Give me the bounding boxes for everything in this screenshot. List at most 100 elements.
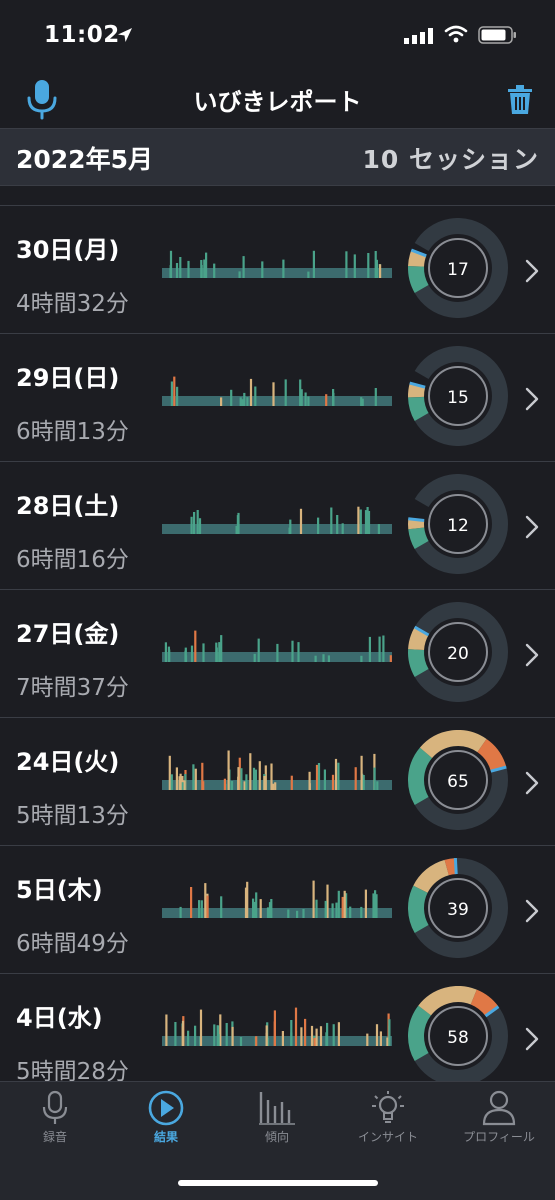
snore-score-gauge: 15	[408, 346, 508, 446]
timeline-spike	[336, 515, 339, 534]
tab-insight-label: インサイト	[357, 1130, 418, 1144]
timeline-spike	[265, 1025, 268, 1046]
timeline-spike	[274, 782, 277, 790]
timeline-spike	[319, 1026, 323, 1046]
session-date: 24日(火)	[16, 748, 120, 776]
timeline-spike	[201, 762, 204, 790]
session-row[interactable]: 29日(日) 6時間13分 15	[0, 334, 555, 462]
chevron-right-icon[interactable]	[524, 898, 540, 924]
timeline-spike	[290, 1032, 293, 1046]
delete-button[interactable]	[506, 84, 534, 116]
session-date: 4日(水)	[16, 1004, 103, 1032]
gauge-segment	[408, 649, 429, 677]
gauge-segment	[408, 885, 429, 933]
gauge-segment	[408, 250, 427, 267]
timeline-spike	[325, 394, 328, 406]
timeline-spike	[183, 780, 186, 790]
timeline-spike	[230, 781, 234, 790]
timeline-spike	[246, 397, 249, 406]
chevron-right-icon[interactable]	[524, 1026, 540, 1052]
chevron-right-icon[interactable]	[524, 514, 540, 540]
chevron-right-icon[interactable]	[524, 258, 540, 284]
snore-score: 17	[447, 260, 469, 280]
timeline-spike	[304, 1018, 307, 1046]
tab-trends[interactable]: 傾向	[222, 1090, 332, 1150]
timeline-spike	[353, 254, 356, 278]
chevron-right-icon[interactable]	[524, 642, 540, 668]
tab-insight[interactable]: インサイト	[333, 1090, 443, 1150]
timeline-spike	[284, 379, 287, 406]
timeline-spike	[190, 887, 193, 918]
tab-profile[interactable]: プロフィール	[444, 1090, 554, 1150]
timeline-spike	[360, 755, 363, 790]
snore-score-gauge: 17	[408, 218, 508, 318]
tab-results[interactable]: 結果	[111, 1090, 221, 1150]
session-row[interactable]: 30日(月) 4時間32分 17	[0, 206, 555, 334]
timeline-spike	[179, 773, 182, 790]
timeline-spike	[227, 750, 230, 790]
timeline-spike	[204, 883, 207, 918]
timeline-spike	[281, 1031, 284, 1046]
session-date: 28日(土)	[16, 492, 120, 520]
timeline-spike	[174, 1022, 177, 1046]
timeline-spike	[272, 783, 275, 790]
lightbulb-icon	[372, 1091, 404, 1123]
timeline-spike	[374, 251, 377, 278]
timeline-spike	[312, 250, 315, 278]
microphone-icon	[42, 1090, 68, 1124]
timeline-spike	[337, 890, 340, 918]
timeline-spike	[374, 388, 377, 406]
timeline-spike	[373, 767, 376, 790]
session-row[interactable]: 5日(木) 6時間49分 39	[0, 846, 555, 974]
session-date: 27日(金)	[16, 620, 120, 648]
session-row[interactable]: 24日(火) 5時間13分 65	[0, 718, 555, 846]
timeline-spike	[243, 392, 246, 406]
tab-record-label: 録音	[42, 1130, 67, 1144]
person-icon	[482, 1090, 516, 1126]
timeline-spike	[341, 896, 344, 918]
tab-record[interactable]: 録音	[0, 1090, 110, 1150]
session-row[interactable]: 4日(水) 5時間28分 58	[0, 974, 555, 1081]
timeline-spike	[276, 643, 279, 662]
timeline-spike	[220, 896, 223, 918]
timeline-spike	[223, 778, 226, 790]
timeline-spike	[263, 776, 266, 790]
status-time: 11:02	[44, 22, 120, 48]
gauge-segment	[408, 527, 429, 549]
gauge-marker	[453, 858, 458, 875]
session-duration: 5時間28分	[16, 1059, 129, 1081]
snore-score-gauge: 39	[408, 858, 508, 958]
session-row[interactable]: 28日(土) 6時間16分 12	[0, 462, 555, 590]
timeline-spike	[354, 767, 357, 790]
timeline-spike	[366, 1033, 369, 1046]
timeline-spike	[206, 895, 209, 918]
session-row[interactable]: 27日(金) 7時間37分 20	[0, 590, 555, 718]
status-bar: 11:02	[0, 0, 555, 72]
timeline-spike	[367, 511, 371, 534]
bar-chart-icon	[259, 1092, 295, 1125]
timeline-spike	[200, 900, 203, 918]
wifi-icon	[444, 25, 468, 43]
timeline-spike	[253, 653, 256, 662]
month-header: 2022年5月 10 セッション	[0, 128, 555, 186]
timeline-spike	[170, 381, 173, 406]
timeline-spike	[337, 1022, 340, 1046]
snore-score: 39	[447, 900, 469, 920]
chevron-right-icon[interactable]	[524, 770, 540, 796]
timeline-spike	[194, 1025, 197, 1046]
timeline-spike	[254, 769, 257, 790]
timeline-spike	[181, 1020, 185, 1046]
timeline-spike	[287, 909, 290, 918]
timeline-baseline	[162, 396, 392, 406]
chevron-right-icon[interactable]	[524, 386, 540, 412]
snore-score-gauge: 12	[408, 474, 508, 574]
timeline-spike	[282, 259, 285, 278]
timeline-spike	[368, 636, 371, 662]
timeline-spike	[175, 263, 179, 278]
timeline-spike	[187, 260, 190, 278]
timeline-spike	[331, 774, 335, 790]
timeline-spike	[258, 761, 261, 790]
timeline-spike	[310, 1025, 314, 1046]
timeline-spike	[237, 776, 240, 790]
timeline-spike	[361, 398, 364, 406]
